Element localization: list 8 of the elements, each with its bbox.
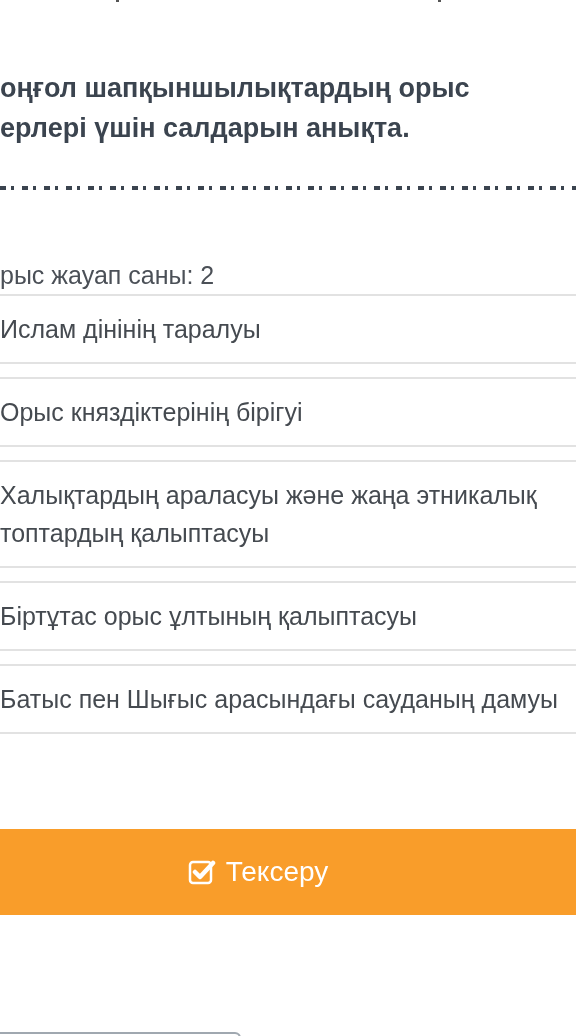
answer-option[interactable]: Ислам дінінің таралуы [0,294,576,364]
answer-option[interactable]: Орыс княздіктерінің бірігуі [0,377,576,447]
question-title: оңғол шапқыншылықтардың орыс ерлері үшін салдарын анықта. [0,72,471,145]
answer-option[interactable]: Біртұтас орыс ұлтының қалыптасуы [0,581,576,651]
answer-option[interactable]: Батыс пен Шығыс арасындағы сауданың дамуы [0,664,576,734]
checkbox-icon [187,859,216,885]
answer-option[interactable]: Халықтардың араласуы және жаңа этникалық топтардың қалыптасуы [0,460,576,568]
answer-count: рыс жауап саны: 2 [0,260,216,290]
